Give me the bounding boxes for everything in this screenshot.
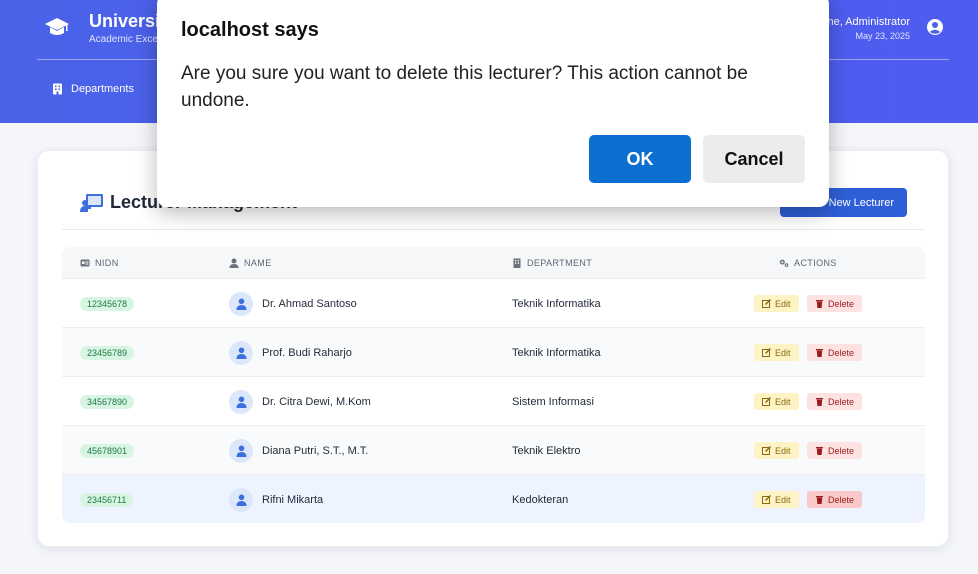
avatar: [229, 292, 253, 316]
column-header-label: DEPARTMENT: [527, 257, 593, 268]
lecturer-name: Rifni Mikarta: [262, 494, 324, 506]
user-icon: [236, 494, 246, 506]
lecturer-name: Dr. Citra Dewi, M.Kom: [262, 396, 371, 408]
column-header-label: ACTIONS: [794, 257, 837, 268]
user-icon: [236, 445, 246, 457]
avatar: [229, 488, 253, 512]
trash-icon: [816, 447, 823, 455]
column-header-department: DEPARTMENT: [512, 247, 592, 278]
user-icon: [236, 396, 246, 408]
column-header-actions: ACTIONS: [779, 247, 837, 278]
card-divider: [62, 229, 925, 230]
edit-button[interactable]: Edit: [754, 344, 799, 361]
building-icon: [53, 83, 62, 95]
lecturer-card: Lecturer Management New Lecturer NIDN: [37, 150, 949, 547]
avatar: [229, 341, 253, 365]
nidn-badge: 45678901: [80, 444, 135, 458]
avatar: [229, 390, 253, 414]
nidn-badge: 34567890: [80, 395, 135, 409]
lecturer-table: NIDN NAME DEPARTMENT ACTIONS 12345678 Dr…: [62, 247, 925, 523]
lecturer-department: Teknik Elektro: [512, 445, 581, 457]
avatar: [229, 439, 253, 463]
delete-button[interactable]: Delete: [807, 344, 863, 361]
table-row: 23456711 Rifni Mikarta Kedokteran Edit D…: [62, 474, 925, 523]
delete-button[interactable]: Delete: [807, 491, 863, 508]
lecturer-department: Kedokteran: [512, 494, 569, 506]
add-lecturer-label: New Lecturer: [828, 196, 894, 209]
column-header-nidn: NIDN: [80, 247, 119, 278]
lecturer-department: Teknik Informatika: [512, 298, 601, 310]
lecturer-department: Sistem Informasi: [512, 396, 594, 408]
table-header: NIDN NAME DEPARTMENT ACTIONS: [62, 247, 925, 278]
trash-icon: [816, 349, 823, 357]
edit-button[interactable]: Edit: [754, 393, 799, 410]
nav-item-label: Departments: [71, 83, 134, 95]
edit-icon: [762, 348, 771, 357]
edit-button[interactable]: Edit: [754, 442, 799, 459]
table-row: 23456789 Prof. Budi Raharjo Teknik Infor…: [62, 327, 925, 376]
column-header-label: NAME: [244, 257, 272, 268]
edit-button[interactable]: Edit: [754, 295, 799, 312]
table-row: 34567890 Dr. Citra Dewi, M.Kom Sistem In…: [62, 376, 925, 425]
id-card-icon: [80, 259, 90, 266]
edit-label: Edit: [775, 298, 791, 309]
app-subtitle: Academic Exce: [89, 34, 158, 45]
delete-label: Delete: [828, 494, 855, 505]
nav-item-departments[interactable]: Departments: [52, 83, 134, 95]
nidn-badge: 23456789: [80, 346, 135, 360]
edit-button[interactable]: Edit: [754, 491, 799, 508]
user-greeting: ne, Administrator: [827, 16, 910, 28]
dialog-message: Are you sure you want to delete this lec…: [181, 63, 748, 111]
delete-button[interactable]: Delete: [807, 393, 863, 410]
column-header-name: NAME: [229, 247, 272, 278]
dialog-title: localhost says: [181, 19, 319, 41]
edit-label: Edit: [775, 445, 791, 456]
edit-icon: [762, 299, 771, 308]
confirm-dialog: localhost says Are you sure you want to …: [157, 0, 829, 207]
delete-label: Delete: [828, 298, 855, 309]
user-icon: [236, 298, 246, 310]
user-icon: [236, 347, 246, 359]
trash-icon: [816, 398, 823, 406]
building-icon: [513, 258, 521, 268]
nidn-badge: 23456711: [80, 493, 134, 507]
edit-icon: [762, 397, 771, 406]
chalkboard-teacher-icon: [80, 193, 103, 212]
lecturer-name: Prof. Budi Raharjo: [262, 347, 352, 359]
lecturer-name: Dr. Ahmad Santoso: [262, 298, 357, 310]
user-circle-icon[interactable]: [926, 18, 944, 36]
delete-label: Delete: [828, 347, 855, 358]
edit-label: Edit: [775, 396, 791, 407]
table-row: 12345678 Dr. Ahmad Santoso Teknik Inform…: [62, 278, 925, 327]
ok-button[interactable]: OK: [589, 135, 691, 183]
delete-button[interactable]: Delete: [807, 295, 863, 312]
trash-icon: [816, 300, 823, 308]
trash-icon: [816, 496, 823, 504]
delete-label: Delete: [828, 445, 855, 456]
edit-icon: [762, 495, 771, 504]
cancel-button[interactable]: Cancel: [703, 135, 805, 183]
cogs-icon: [779, 259, 789, 267]
delete-button[interactable]: Delete: [807, 442, 863, 459]
delete-label: Delete: [828, 396, 855, 407]
column-header-label: NIDN: [95, 257, 119, 268]
graduation-cap-icon: [45, 18, 69, 35]
table-row: 45678901 Diana Putri, S.T., M.T. Teknik …: [62, 425, 925, 474]
edit-label: Edit: [775, 347, 791, 358]
nidn-badge: 12345678: [80, 297, 135, 311]
current-date: May 23, 2025: [855, 31, 910, 41]
edit-icon: [762, 446, 771, 455]
lecturer-name: Diana Putri, S.T., M.T.: [262, 445, 369, 457]
lecturer-department: Teknik Informatika: [512, 347, 601, 359]
edit-label: Edit: [775, 494, 791, 505]
user-icon: [229, 258, 239, 268]
app-title: Universi: [89, 11, 159, 31]
